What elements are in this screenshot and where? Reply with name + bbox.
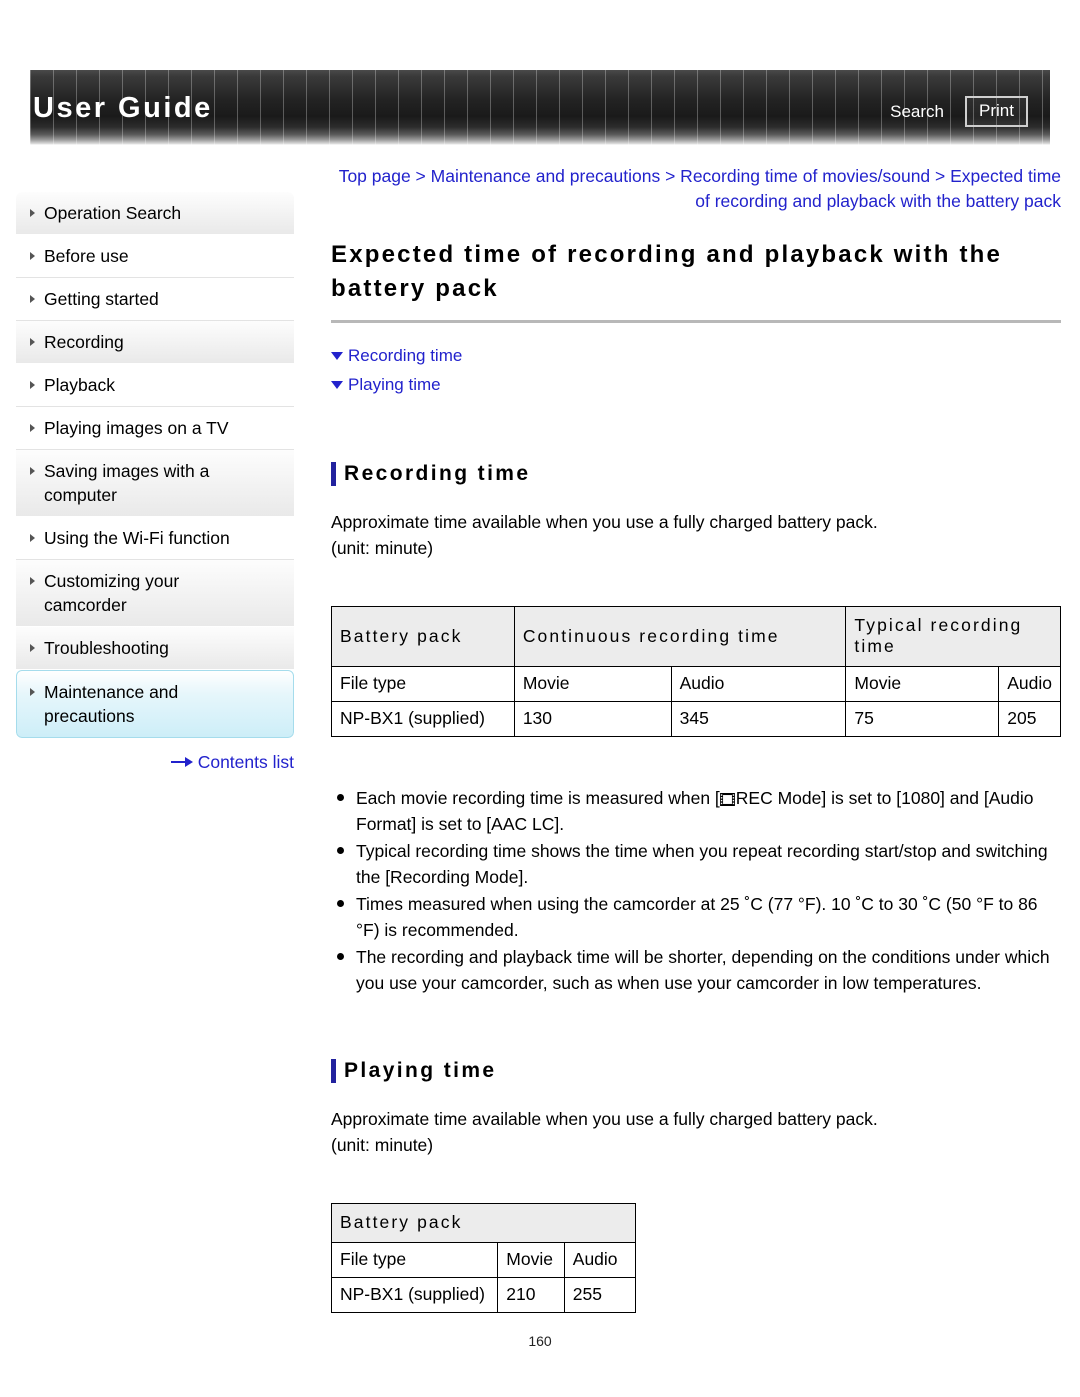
sidebar-item-label: Getting started (44, 289, 159, 309)
table-cell: 345 (670, 701, 847, 737)
note-text-before: The recording and playback time will be … (356, 947, 1050, 993)
table-cell: File type (331, 666, 515, 702)
app-title: User Guide (33, 92, 213, 124)
sidebar-item-label: Troubleshooting (44, 638, 169, 658)
chevron-right-icon (30, 467, 35, 475)
chevron-right-icon (30, 295, 35, 303)
sidebar-item-label: Operation Search (44, 203, 182, 223)
page-number: 160 (528, 1333, 552, 1349)
table-playing-time: Battery pack File type Movie Audio NP-BX… (330, 1203, 637, 1313)
table-header-row: Battery pack Continuous recording time T… (331, 606, 1061, 667)
sidebar-item-label: Maintenance and precautions (44, 682, 179, 726)
breadcrumb[interactable]: Top page > Maintenance and precautions >… (331, 164, 1061, 214)
contents-list-label: Contents list (197, 752, 294, 772)
sidebar-item-maintenance-and-precautions[interactable]: Maintenance and precautions (16, 670, 294, 738)
sidebar-item-label: Saving images with a computer (44, 461, 210, 505)
table-cell: NP-BX1 (supplied) (331, 701, 515, 737)
chevron-right-icon (30, 424, 35, 432)
anchor-link-recording-time[interactable]: Recording time (331, 341, 1061, 370)
app-header: User Guide Search Print (30, 70, 1050, 145)
sidebar-item-using-the-wi-fi-function[interactable]: Using the Wi-Fi function (16, 517, 294, 560)
section-heading-playing-time: Playing time (331, 1058, 1061, 1084)
sidebar-item-playing-images-on-a-tv[interactable]: Playing images on a TV (16, 407, 294, 450)
table-header-cell: Continuous recording time (513, 606, 847, 667)
section-intro-playing-time: Approximate time available when you use … (331, 1106, 1061, 1158)
sidebar-item-label: Recording (44, 332, 124, 352)
table-row: NP-BX1 (supplied) 210 255 (330, 1277, 637, 1313)
table-cell: Audio (998, 666, 1061, 702)
triangle-down-icon (331, 352, 343, 360)
table-cell: File type (330, 1242, 499, 1278)
table-cell: Movie (513, 666, 672, 702)
table-recording-time: Battery pack Continuous recording time T… (331, 606, 1061, 737)
table-cell: Movie (845, 666, 1000, 702)
section-intro-recording-time: Approximate time available when you use … (331, 509, 1061, 561)
table-header-row: Battery pack (331, 1203, 636, 1243)
intro-line-2: (unit: minute) (331, 538, 434, 558)
table-cell: 130 (513, 701, 672, 737)
chevron-right-icon (30, 381, 35, 389)
table-row: File type Movie Audio Movie Audio (331, 666, 1061, 702)
chevron-right-icon (30, 209, 35, 217)
sidebar-item-label: Playing images on a TV (44, 418, 229, 438)
sidebar-item-operation-search[interactable]: Operation Search (16, 192, 294, 235)
sidebar: Operation Search Before use Getting starte… (16, 192, 294, 773)
sidebar-item-label: Before use (44, 246, 129, 266)
table-row: NP-BX1 (supplied) 130 345 75 205 (331, 701, 1061, 737)
anchor-label: Recording time (348, 346, 463, 365)
sidebar-nav-list: Operation Search Before use Getting starte… (16, 192, 294, 738)
sidebar-item-label: Using the Wi-Fi function (44, 528, 230, 548)
table-cell: Audio (670, 666, 847, 702)
note-text-before: Times measured when using the camcorder … (356, 894, 1038, 940)
chevron-right-icon (30, 534, 35, 542)
table-header-cell: Battery pack (331, 1203, 636, 1243)
table-cell: 75 (845, 701, 1000, 737)
sidebar-item-saving-images-with-a-computer[interactable]: Saving images with a computer (16, 450, 294, 517)
table-cell: NP-BX1 (supplied) (330, 1277, 499, 1313)
note-item: The recording and playback time will be … (331, 944, 1061, 996)
sidebar-item-customizing-your-camcorder[interactable]: Customizing your camcorder (16, 560, 294, 627)
anchor-link-playing-time[interactable]: Playing time (331, 370, 1061, 399)
chevron-right-icon (30, 338, 35, 346)
intro-line-2: (unit: minute) (331, 1135, 434, 1155)
main-content: Top page > Maintenance and precautions >… (330, 164, 1061, 1313)
triangle-down-icon (331, 381, 343, 389)
notes-list: Each movie recording time is measured wh… (331, 785, 1061, 996)
section-heading-recording-time: Recording time (331, 461, 1061, 487)
note-text-before: Typical recording time shows the time wh… (356, 841, 1048, 887)
arrow-right-icon (170, 757, 193, 767)
intro-line-1: Approximate time available when you use … (331, 1109, 878, 1129)
search-link[interactable]: Search (890, 102, 944, 122)
anchor-label: Playing time (348, 375, 441, 394)
sidebar-item-label: Playback (44, 375, 116, 395)
table-cell: Audio (563, 1242, 637, 1278)
table-row: File type Movie Audio (330, 1242, 637, 1278)
sidebar-item-troubleshooting[interactable]: Troubleshooting (16, 627, 294, 670)
sidebar-item-recording[interactable]: Recording (16, 321, 294, 364)
table-header-cell: Typical recording time (845, 606, 1061, 667)
table-cell: 205 (998, 701, 1061, 737)
table-cell: 255 (563, 1277, 637, 1313)
note-item: Typical recording time shows the time wh… (331, 838, 1061, 890)
chevron-right-icon (30, 644, 35, 652)
page-title: Expected time of recording and playback … (331, 238, 1061, 323)
film-strip-icon (719, 787, 735, 806)
anchor-links: Recording time Playing time (331, 341, 1061, 399)
sidebar-item-label: Customizing your camcorder (44, 571, 180, 615)
sidebar-item-playback[interactable]: Playback (16, 364, 294, 407)
chevron-right-icon (30, 252, 35, 260)
chevron-right-icon (30, 577, 35, 585)
chevron-right-icon (30, 688, 35, 696)
table-header-cell: Battery pack (331, 606, 515, 667)
print-button[interactable]: Print (965, 96, 1028, 127)
note-item: Times measured when using the camcorder … (331, 891, 1061, 943)
intro-line-1: Approximate time available when you use … (331, 512, 878, 532)
sidebar-item-before-use[interactable]: Before use (16, 235, 294, 278)
table-cell: 210 (497, 1277, 565, 1313)
note-text-before: Each movie recording time is measured wh… (356, 788, 720, 808)
table-cell: Movie (497, 1242, 565, 1278)
contents-list-link[interactable]: Contents list (16, 752, 294, 773)
sidebar-item-getting-started[interactable]: Getting started (16, 278, 294, 321)
note-item: Each movie recording time is measured wh… (331, 785, 1061, 837)
